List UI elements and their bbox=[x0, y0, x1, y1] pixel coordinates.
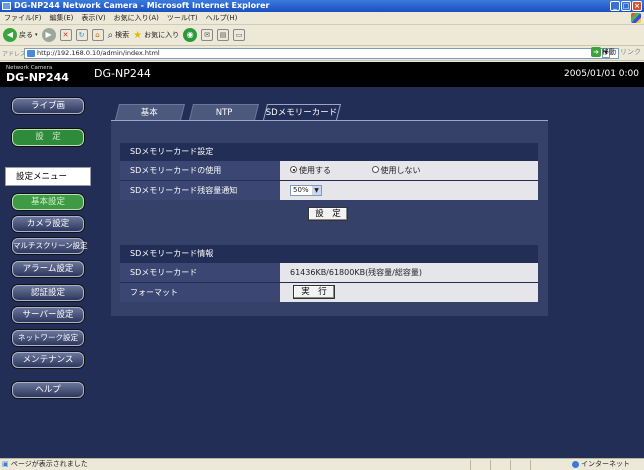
sd-notify-label: SDメモリーカード残容量通知 bbox=[120, 181, 280, 200]
star-icon: ★ bbox=[133, 29, 143, 41]
chevron-down-icon: ▼ bbox=[312, 186, 321, 195]
format-label: フォーマット bbox=[120, 283, 280, 302]
tab-sd-card[interactable]: SDメモリーカード bbox=[263, 104, 341, 120]
sd-use-options: 使用する 使用しない bbox=[280, 161, 538, 180]
address-bar: アドレス(D) http://192.168.0.10/admin/index.… bbox=[0, 46, 644, 61]
go-arrow-icon: ➜ bbox=[591, 47, 601, 57]
camera-page: Network Camera DG-NP244 DG-NP244 2005/01… bbox=[0, 62, 644, 458]
status-bar: ▣ ページが表示されました インターネット bbox=[0, 458, 644, 470]
menu-view[interactable]: 表示(V) bbox=[81, 13, 105, 23]
sd-notify-select[interactable]: 50% ▼ bbox=[290, 185, 322, 196]
sidebar-item-auth[interactable]: 認証設定 bbox=[12, 285, 84, 301]
sd-use-on-radio[interactable]: 使用する bbox=[290, 166, 331, 175]
sd-notify-row: SDメモリーカード残容量通知 50% ▼ bbox=[120, 180, 538, 200]
refresh-icon[interactable]: ↻ bbox=[75, 29, 88, 41]
sidebar-item-multiscreen[interactable]: マルチスクリーン設定 bbox=[12, 238, 88, 254]
setup-menu-label: 設定メニュー bbox=[5, 167, 91, 186]
page-title: DG-NP244 bbox=[94, 67, 151, 80]
sd-card-row: SDメモリーカード 61436KB/61800KB(残容量/総容量) bbox=[120, 262, 538, 282]
browser-toolbar: ◀ 戻る ▾ ▶ ✕ ↻ ⌂ ⌕ 検索 ★ お気に入り ◉ ✉ ▤ ▭ bbox=[0, 25, 644, 46]
back-arrow-icon: ◀ bbox=[3, 28, 17, 42]
status-divider bbox=[490, 460, 491, 470]
edit-icon[interactable]: ▭ bbox=[233, 29, 246, 41]
sd-notify-value: 50% ▼ bbox=[280, 181, 538, 200]
sd-use-label: SDメモリーカードの使用 bbox=[120, 161, 280, 180]
format-exec-button[interactable]: 実 行 bbox=[293, 285, 335, 299]
window-title: DG-NP244 Network Camera - Microsoft Inte… bbox=[14, 1, 270, 10]
security-zone: インターネット bbox=[572, 459, 630, 470]
set-button[interactable]: 設 定 bbox=[308, 207, 348, 221]
mail-icon[interactable]: ✉ bbox=[201, 29, 214, 41]
sidebar-item-alarm[interactable]: アラーム設定 bbox=[12, 261, 84, 277]
menu-file[interactable]: ファイル(F) bbox=[4, 13, 42, 23]
tab-basic[interactable]: 基本 bbox=[115, 104, 185, 120]
minimize-button[interactable]: _ bbox=[610, 1, 620, 11]
status-divider bbox=[470, 460, 471, 470]
page-icon bbox=[27, 49, 35, 57]
sd-use-row: SDメモリーカードの使用 使用する 使用しない bbox=[120, 160, 538, 180]
close-button[interactable]: × bbox=[632, 1, 642, 11]
brand-model: DG-NP244 bbox=[6, 71, 69, 84]
address-label: アドレス(D) bbox=[2, 50, 36, 58]
status-divider bbox=[530, 460, 531, 470]
sidebar-item-basic[interactable]: 基本設定 bbox=[12, 194, 84, 210]
page-done-icon: ▣ bbox=[2, 460, 9, 468]
sd-info-heading: SDメモリーカード情報 bbox=[120, 245, 538, 262]
menu-edit[interactable]: 編集(E) bbox=[50, 13, 74, 23]
sd-use-off-radio[interactable]: 使用しない bbox=[371, 166, 421, 175]
menu-favorites[interactable]: お気に入り(A) bbox=[114, 13, 159, 23]
radio-selected-icon bbox=[290, 166, 297, 173]
menu-help[interactable]: ヘルプ(H) bbox=[206, 13, 238, 23]
sidebar-item-maintenance[interactable]: メンテナンス bbox=[12, 352, 84, 368]
menu-tools[interactable]: ツール(T) bbox=[167, 13, 198, 23]
window-controls: _ □ × bbox=[610, 1, 642, 11]
forward-button[interactable]: ▶ bbox=[41, 28, 56, 42]
status-divider bbox=[510, 460, 511, 470]
favorites-button[interactable]: ★ お気に入り bbox=[133, 30, 179, 41]
maximize-button[interactable]: □ bbox=[621, 1, 631, 11]
search-button[interactable]: ⌕ 検索 bbox=[108, 30, 130, 41]
media-icon[interactable]: ◉ bbox=[183, 28, 198, 42]
address-input[interactable]: http://192.168.0.10/admin/index.html bbox=[24, 47, 619, 59]
datetime: 2005/01/01 0:00 bbox=[564, 69, 639, 79]
back-button[interactable]: ◀ 戻る ▾ bbox=[3, 28, 38, 42]
page-header: Network Camera DG-NP244 DG-NP244 2005/01… bbox=[0, 62, 644, 87]
help-button[interactable]: ヘルプ bbox=[12, 382, 84, 398]
search-icon: ⌕ bbox=[107, 29, 114, 41]
sd-card-label: SDメモリーカード bbox=[120, 263, 280, 282]
internet-globe-icon bbox=[572, 461, 579, 468]
sd-settings-heading: SDメモリーカード設定 bbox=[120, 143, 538, 160]
sidebar-item-camera[interactable]: カメラ設定 bbox=[12, 216, 84, 232]
print-icon[interactable]: ▤ bbox=[217, 29, 230, 41]
sidebar-item-network[interactable]: ネットワーク設定 bbox=[12, 330, 84, 346]
ie-icon bbox=[2, 2, 11, 10]
windows-logo-icon bbox=[631, 13, 641, 23]
menu-bar: ファイル(F) 編集(E) 表示(V) お気に入り(A) ツール(T) ヘルプ(… bbox=[0, 12, 644, 25]
setup-button[interactable]: 設 定 bbox=[12, 129, 84, 146]
home-icon[interactable]: ⌂ bbox=[91, 29, 104, 41]
stop-icon[interactable]: ✕ bbox=[59, 29, 72, 41]
tab-ntp[interactable]: NTP bbox=[189, 104, 259, 120]
window-titlebar: DG-NP244 Network Camera - Microsoft Inte… bbox=[0, 0, 644, 12]
links-label[interactable]: リンク bbox=[620, 47, 641, 57]
status-message: ▣ ページが表示されました bbox=[2, 460, 88, 468]
settings-panel: SDメモリーカード設定 SDメモリーカードの使用 使用する 使用しない SDメモ… bbox=[111, 120, 548, 316]
go-button[interactable]: ➜ 移動 リンク bbox=[591, 47, 641, 57]
sidebar-item-server[interactable]: サーバー設定 bbox=[12, 307, 84, 323]
sd-card-value: 61436KB/61800KB(残容量/総容量) bbox=[280, 263, 538, 282]
live-button[interactable]: ライブ画 bbox=[12, 98, 84, 114]
radio-icon bbox=[371, 166, 379, 173]
